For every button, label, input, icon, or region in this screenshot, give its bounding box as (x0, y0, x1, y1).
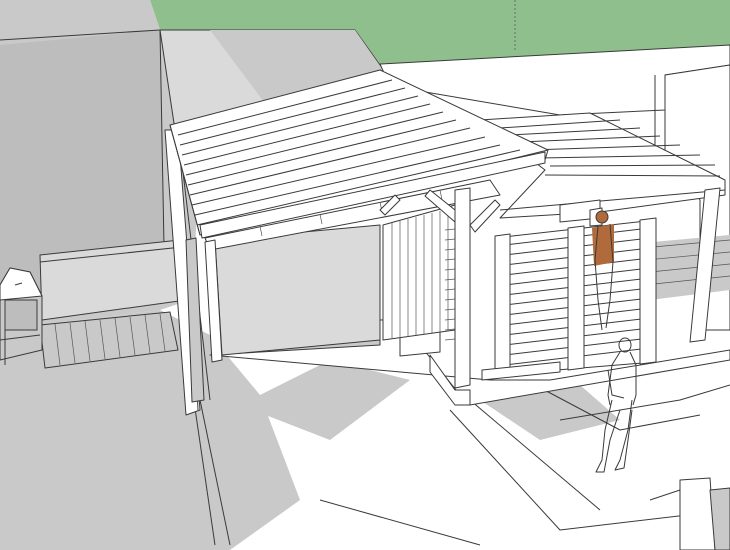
slatted-wall (382, 204, 456, 341)
scene-canvas[interactable] (0, 0, 730, 550)
louvered-screen (481, 217, 657, 381)
model-viewport[interactable] (0, 0, 730, 550)
doghouse (0, 267, 43, 365)
